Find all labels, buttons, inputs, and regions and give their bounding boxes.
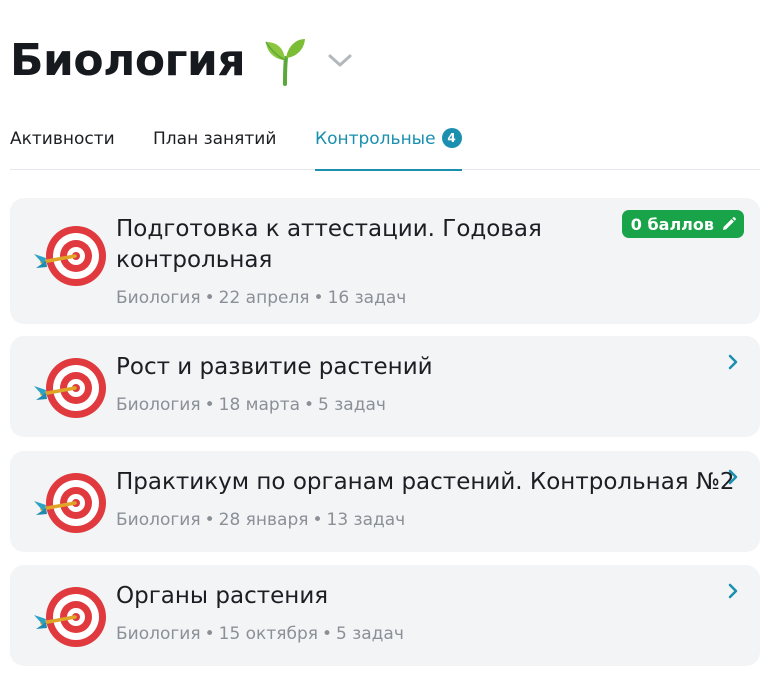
test-meta: Биология • 22 апреля • 16 задач (116, 288, 407, 308)
tab-count-badge: 4 (441, 128, 462, 148)
test-task-count: 16 задач (327, 288, 407, 308)
test-card[interactable]: Практикум по органам растений. Контрольн… (10, 451, 760, 552)
test-task-count: 5 задач (336, 624, 404, 644)
test-title: Практикум по органам растений. Контрольн… (116, 469, 735, 495)
tab-activities[interactable]: Активности (10, 124, 115, 170)
tab-lesson-plan[interactable]: План занятий (153, 124, 276, 170)
test-subject: Биология (116, 510, 201, 530)
tab-tests[interactable]: Контрольные 4 (315, 124, 462, 171)
test-meta: Биология • 15 октября • 5 задач (116, 624, 404, 644)
tab-label: Контрольные (315, 129, 436, 149)
test-date: 15 октября (218, 624, 318, 644)
test-date: 22 апреля (218, 288, 310, 308)
target-icon (34, 473, 106, 533)
title-row: Биология (10, 28, 353, 92)
tab-label: План занятий (153, 129, 277, 149)
page-title: Биология (10, 34, 246, 86)
sprout-icon (265, 39, 306, 86)
tab-label: Активности (10, 129, 115, 149)
test-date: 28 января (218, 510, 309, 530)
test-subject: Биология (116, 288, 201, 308)
test-subject: Биология (116, 624, 201, 644)
target-icon (34, 587, 106, 647)
score-label: 0 баллов (630, 214, 714, 234)
chevron-right-icon[interactable] (726, 353, 740, 371)
target-icon (34, 226, 106, 286)
test-task-count: 5 задач (318, 395, 386, 415)
test-title: Подготовка к аттестации. Годовая контрол… (116, 216, 542, 273)
tab-bar: Активности План занятий Контрольные 4 (10, 124, 760, 171)
test-meta: Биология • 18 марта • 5 задач (116, 395, 386, 415)
target-icon (34, 358, 106, 418)
chevron-right-icon[interactable] (726, 582, 740, 600)
pencil-icon (723, 216, 736, 230)
test-title: Рост и развитие растений (116, 354, 433, 380)
chevron-right-icon[interactable] (726, 468, 740, 486)
score-badge[interactable]: 0 баллов (621, 210, 744, 238)
test-card[interactable]: Рост и развитие растений Биология • 18 мар… (10, 336, 760, 437)
test-date: 18 марта (218, 395, 301, 415)
test-card[interactable]: Органы растения Биология • 15 октября • 5 за… (10, 565, 760, 666)
test-subject: Биология (116, 395, 201, 415)
test-meta: Биология • 28 января • 13 задач (116, 510, 406, 530)
test-card[interactable]: Подготовка к аттестации. Годовая контрол… (10, 198, 760, 324)
chevron-down-icon[interactable] (327, 50, 353, 70)
test-title: Органы растения (116, 583, 329, 609)
test-task-count: 13 задач (326, 510, 406, 530)
page: Биология Активности План занятий Контрол… (0, 0, 772, 683)
